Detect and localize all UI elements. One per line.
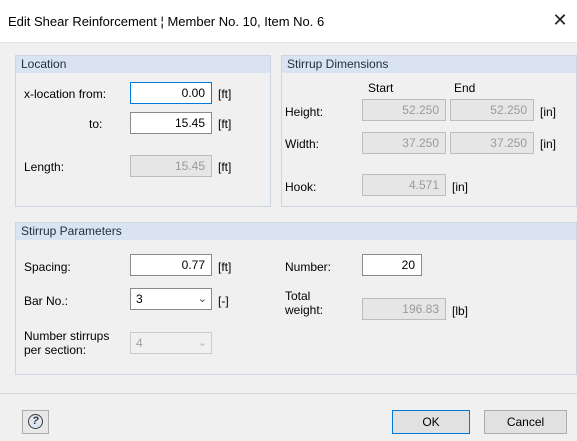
bar-no-select[interactable]: 3 ⌄ [130, 288, 212, 310]
start-column-label: Start [368, 81, 394, 95]
number-label: Number: [285, 260, 332, 274]
end-column-label: End [454, 81, 476, 95]
spacing-unit: [ft] [218, 260, 232, 274]
stirrup-parameters-header: Stirrup Parameters [16, 223, 576, 240]
total-weight-label-line2: weight: [285, 303, 324, 317]
bar-no-unit: [-] [218, 294, 229, 308]
total-weight-label-line1: Total [285, 289, 311, 303]
per-section-value: 4 [136, 336, 143, 350]
spacing-input[interactable]: 0.77 [130, 254, 212, 276]
footer-divider [0, 393, 577, 394]
help-button[interactable]: ? [22, 410, 49, 434]
width-label: Width: [285, 137, 320, 151]
stirrup-dimensions-header: Stirrup Dimensions [282, 56, 576, 73]
hook-field: 4.571 [362, 174, 446, 196]
per-section-label-line2: per section: [24, 343, 87, 357]
height-start-field: 52.250 [362, 99, 446, 121]
total-weight-unit: [lb] [452, 304, 469, 318]
x-from-label: x-location from: [24, 87, 107, 101]
per-section-select: 4 ⌄ [130, 332, 212, 354]
total-weight-field: 196.83 [362, 298, 446, 320]
per-section-label-line1: Number stirrups [24, 329, 110, 343]
length-field: 15.45 [130, 155, 212, 177]
spacing-label: Spacing: [24, 260, 71, 274]
to-input[interactable]: 15.45 [130, 112, 212, 134]
chevron-down-icon: ⌄ [197, 293, 207, 305]
length-unit: [ft] [218, 160, 232, 174]
location-header: Location [16, 56, 270, 73]
hook-label: Hook: [285, 180, 317, 194]
to-unit: [ft] [218, 117, 232, 131]
cancel-button[interactable]: Cancel [484, 410, 567, 434]
window-title: Edit Shear Reinforcement ¦ Member No. 10… [8, 14, 325, 29]
ok-button[interactable]: OK [392, 410, 470, 434]
bar-no-value: 3 [136, 292, 143, 306]
to-label: to: [89, 117, 103, 131]
hook-unit: [in] [452, 180, 469, 194]
length-label: Length: [24, 160, 65, 174]
x-from-input[interactable]: 0.00 [130, 82, 212, 104]
x-from-unit: [ft] [218, 87, 232, 101]
height-label: Height: [285, 105, 324, 119]
help-icon: ? [28, 414, 43, 429]
title-bar: Edit Shear Reinforcement ¦ Member No. 10… [0, 0, 577, 42]
close-icon[interactable]: ✕ [549, 9, 571, 31]
number-input[interactable]: 20 [362, 254, 422, 276]
height-end-field: 52.250 [450, 99, 534, 121]
chevron-down-icon: ⌄ [197, 337, 207, 349]
width-unit: [in] [540, 137, 557, 151]
width-end-field: 37.250 [450, 132, 534, 154]
width-start-field: 37.250 [362, 132, 446, 154]
height-unit: [in] [540, 105, 557, 119]
bar-no-label: Bar No.: [24, 294, 69, 308]
